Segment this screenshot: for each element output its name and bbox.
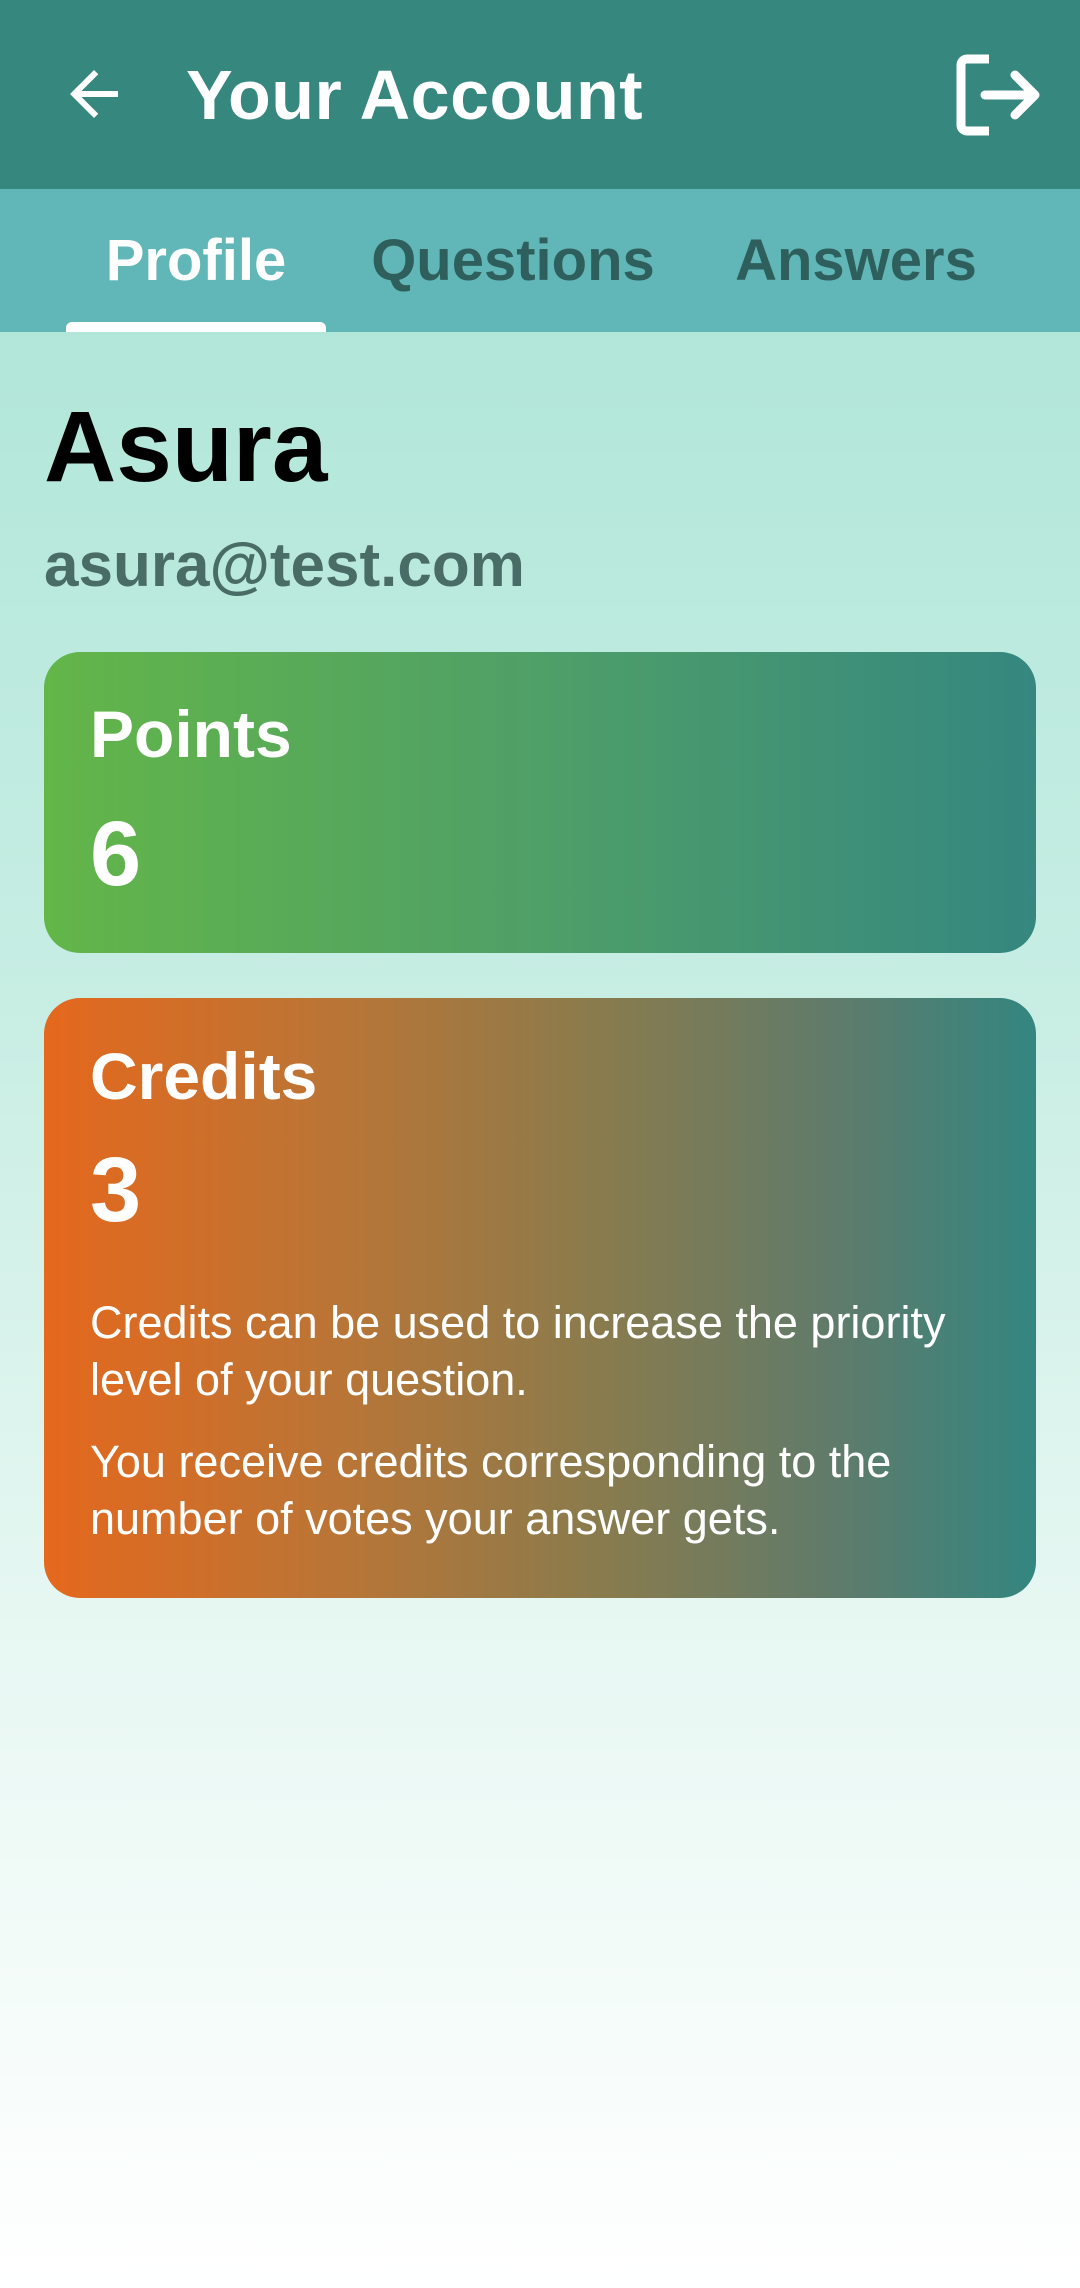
back-button[interactable] [44, 44, 144, 144]
tab-questions[interactable]: Questions [356, 189, 670, 332]
page-title: Your Account [186, 55, 644, 134]
logout-icon [956, 54, 1040, 136]
credits-description-usage: Credits can be used to increase the prio… [90, 1297, 946, 1405]
tab-bar: Profile Questions Answers [0, 189, 1080, 332]
user-name: Asura [44, 391, 328, 503]
app-bar: Your Account [0, 0, 1080, 189]
points-card: Points 6 [44, 652, 1036, 953]
active-tab-indicator [66, 322, 326, 332]
logout-button[interactable] [942, 40, 1052, 150]
tab-answers[interactable]: Answers [722, 189, 990, 332]
credits-card: Credits 3 Credits can be used to increas… [44, 998, 1036, 1598]
points-value: 6 [90, 803, 142, 905]
credits-value: 3 [90, 1139, 142, 1241]
points-label: Points [90, 697, 292, 771]
arrow-left-icon [70, 70, 118, 118]
tab-profile[interactable]: Profile [66, 189, 326, 332]
user-email: asura@test.com [44, 531, 525, 600]
credits-description-earning: You receive credits corresponding to the… [90, 1436, 892, 1544]
credits-label: Credits [90, 1039, 318, 1113]
